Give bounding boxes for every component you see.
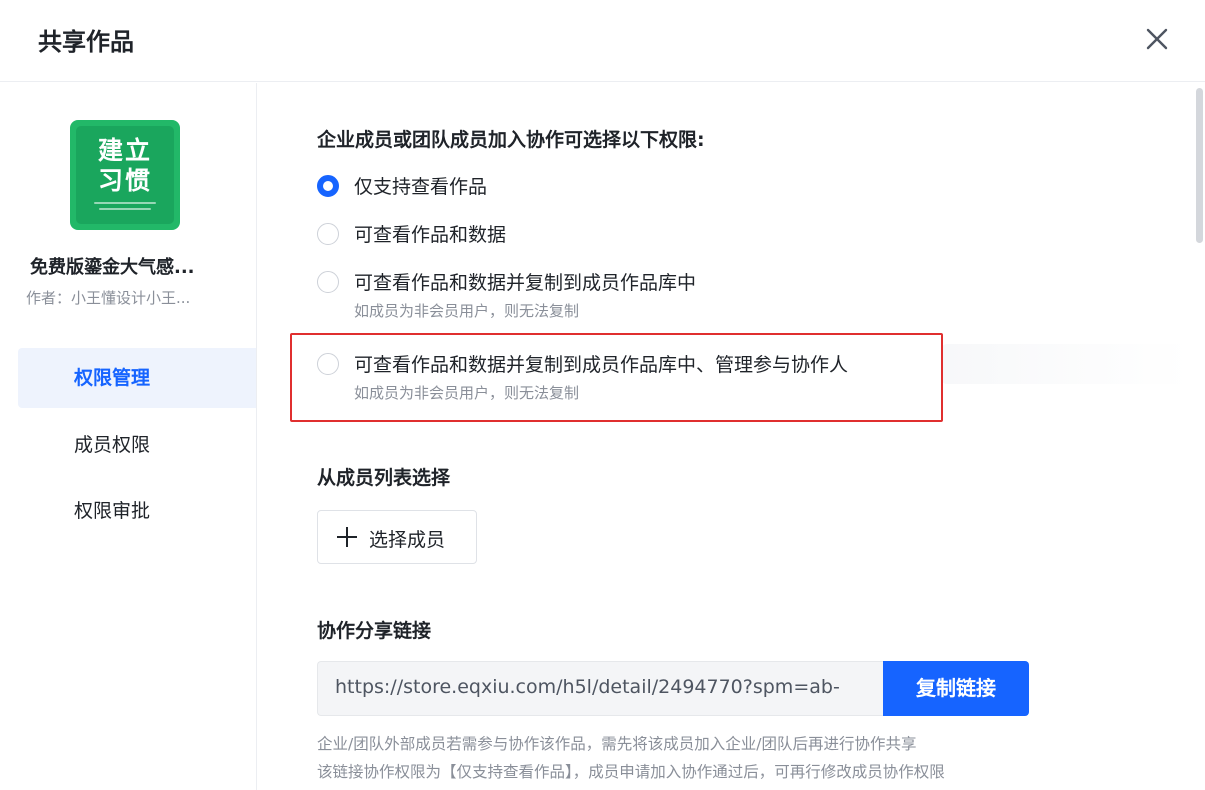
main-panel: 企业成员或团队成员加入协作可选择以下权限: 仅支持查看作品 可查看作品和数据 可… xyxy=(258,83,1205,790)
choose-member-label: 选择成员 xyxy=(369,529,446,551)
dialog-header: 共享作品 xyxy=(0,0,1205,82)
radio-unchecked[interactable] xyxy=(317,223,339,245)
share-note-line2: 该链接协作权限为【仅支持查看作品】，成员申请加入协作通过后，可再行修改成员协作权… xyxy=(317,763,945,781)
radio-unchecked[interactable] xyxy=(317,271,339,293)
close-icon[interactable] xyxy=(1140,22,1174,56)
radio-checked[interactable] xyxy=(317,175,339,197)
option-label: 可查看作品和数据 xyxy=(354,224,507,246)
share-link-field[interactable]: https://store.eqxiu.com/h5l/detail/24947… xyxy=(317,661,883,716)
work-author: 作者：小王懂设计小王... xyxy=(26,289,191,307)
sidebar: 建立 习惯 免费版鎏金大气感... 作者：小王懂设计小王... 权限管理 成员权… xyxy=(0,83,257,790)
members-title: 从成员列表选择 xyxy=(317,467,451,489)
option-label: 可查看作品和数据并复制到成员作品库中、管理参与协作人 xyxy=(354,354,849,376)
permissions-title: 企业成员或团队成员加入协作可选择以下权限: xyxy=(317,129,705,151)
sidebar-item-permission-approval[interactable]: 权限审批 xyxy=(18,481,256,541)
copy-link-button[interactable]: 复制链接 xyxy=(883,661,1029,716)
option-label: 仅支持查看作品 xyxy=(354,176,488,198)
share-link-title: 协作分享链接 xyxy=(317,620,432,642)
cover-decor-line xyxy=(99,208,151,210)
option-label: 可查看作品和数据并复制到成员作品库中 xyxy=(354,272,697,294)
cover-title: 建立 习惯 xyxy=(76,136,174,196)
share-link-url: https://store.eqxiu.com/h5l/detail/24947… xyxy=(335,676,840,698)
cover-title-line1: 建立 xyxy=(97,136,152,165)
work-name: 免费版鎏金大气感... xyxy=(30,257,195,278)
cover-decor-line xyxy=(94,202,156,204)
option-hint: 如成员为非会员用户，则无法复制 xyxy=(354,384,580,402)
scrollbar[interactable] xyxy=(1196,88,1203,243)
plus-icon xyxy=(337,527,357,547)
option-hint: 如成员为非会员用户，则无法复制 xyxy=(354,302,580,320)
cover-frame: 建立 习惯 xyxy=(76,126,174,224)
share-note-line1: 企业/团队外部成员若需参与协作该作品，需先将该成员加入企业/团队后再进行协作共享 xyxy=(317,735,917,753)
work-cover-thumbnail: 建立 习惯 xyxy=(70,120,180,230)
radio-unchecked[interactable] xyxy=(317,353,339,375)
tooltip-ghost xyxy=(941,344,1191,384)
sidebar-item-member-permissions[interactable]: 成员权限 xyxy=(18,415,256,475)
choose-member-button[interactable]: 选择成员 xyxy=(317,510,477,564)
sidebar-item-permission-management[interactable]: 权限管理 xyxy=(18,348,256,408)
dialog-title: 共享作品 xyxy=(38,28,134,56)
cover-title-line2: 习惯 xyxy=(97,166,152,195)
